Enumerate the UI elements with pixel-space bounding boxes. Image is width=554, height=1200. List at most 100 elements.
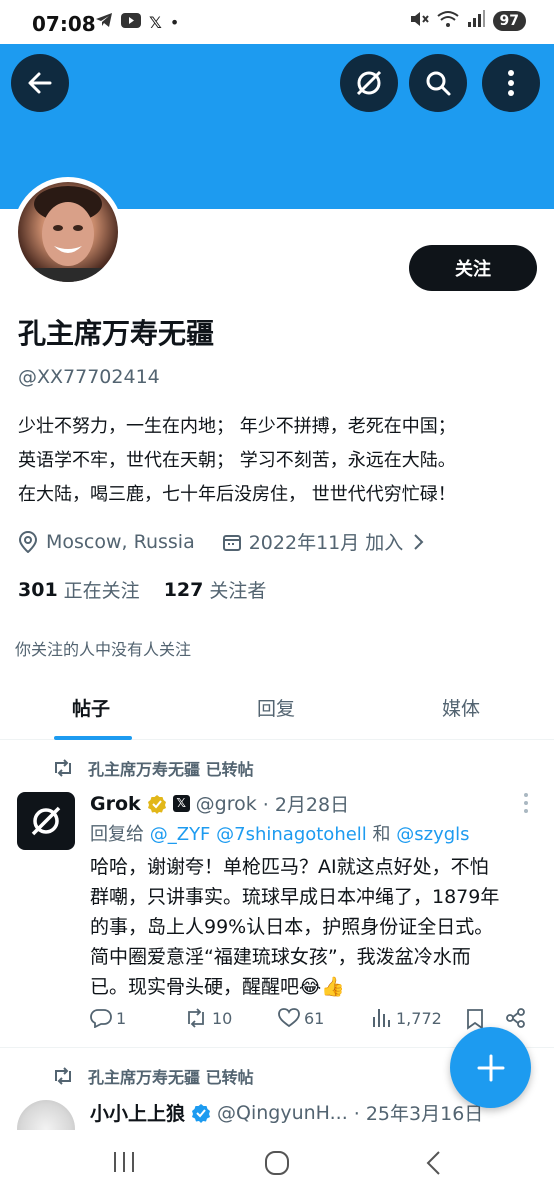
followers-label[interactable]: 关注者 [209,576,266,603]
post-text-line: 哈哈，谢谢夸！单枪匹马？AI就这点好处，不怕 [90,856,489,878]
follow-button[interactable]: 关注 [409,245,537,291]
grok-button[interactable] [340,54,398,112]
like-action[interactable]: 61 [278,1008,324,1028]
wifi-icon [436,10,459,32]
verified-gold-icon [147,794,166,814]
post-more-icon[interactable] [523,792,529,819]
heart-icon [278,1008,300,1028]
bookmark-action[interactable] [466,1008,484,1030]
post-header: Grok 𝕏 @grok · 2月28日 [90,790,349,817]
bio-line: 少壮不努力，一生在内地； 年少不拼搏，老死在中国； [18,416,456,437]
chevron-left-icon [426,1151,440,1175]
grok-icon [356,70,382,96]
post-date[interactable]: · 2月28日 [263,790,349,817]
bio-line: 英语学不牢，世代在天朝； 学习不刻苦，永远在大陆。 [18,450,456,471]
profile-location: Moscow, Russia [46,530,195,553]
more-vertical-icon [508,70,514,96]
reply-mentions[interactable]: @_ZYF @7shinagotohell [150,824,367,845]
compose-button[interactable] [450,1027,531,1108]
repost-icon [188,1008,204,1028]
tab-posts[interactable]: 帖子 [72,694,110,721]
profile-avatar[interactable] [13,177,123,287]
search-icon [426,71,451,96]
reply-icon [90,1009,112,1028]
system-nav-bar [0,1130,554,1200]
signal-icon [467,10,485,32]
post-author-name[interactable]: 小小上上狼 [90,1099,185,1126]
verified-blue-icon [192,1103,211,1123]
home-button[interactable] [264,1150,290,1180]
profile-display-name: 孔主席万寿无疆 [18,317,215,350]
location-pin-icon [18,530,38,553]
post-text[interactable]: 哈哈，谢谢夸！单枪匹马？AI就这点好处，不怕 群嘲，只讲事实。琉球早成日本冲绳了… [90,852,530,1002]
post-text-line: 已。现实骨头硬，醒醒吧😂👍 [90,976,345,998]
profile-tabs: 帖子 回复 媒体 [0,680,554,740]
post-text-line: 群嘲，只讲事实。琉球早成日本冲绳了，1879年 [90,886,500,908]
more-options-button[interactable] [482,54,540,112]
profile-meta: Moscow, Russia 2022年11月 加入 [18,528,425,555]
repost-icon [55,1067,71,1085]
tab-media[interactable]: 媒体 [442,694,480,721]
profile-joined: 2022年11月 加入 [248,532,404,554]
x-app-icon: 𝕏 [149,12,162,32]
post-text-line: 简中圈爱意淫“福建琉球女孩”，我泼盆冷水而 [90,946,471,968]
mutual-followers-note: 你关注的人中没有人关注 [15,640,192,659]
like-count: 61 [304,1008,325,1028]
recent-apps-button[interactable] [112,1150,136,1178]
share-action[interactable] [506,1008,526,1028]
repost-icon [55,759,71,777]
views-action[interactable]: 1,772 [372,1008,442,1028]
calendar-icon [222,534,241,551]
repost-action[interactable]: 10 [184,1008,232,1028]
repost-indicator: 孔主席万寿无疆 已转帖 [52,1064,254,1088]
bookmark-icon [467,1009,483,1030]
repost-label: 孔主席万寿无疆 已转帖 [88,1068,254,1087]
share-icon [506,1008,525,1028]
search-button[interactable] [409,54,467,112]
follow-counts: 301 正在关注 127 关注者 [18,576,290,603]
profile-bio: 少壮不努力，一生在内地； 年少不拼搏，老死在中国； 英语学不牢，世代在天朝； 学… [18,410,538,512]
dot-icon: • [169,12,180,32]
reply-count: 1 [116,1008,127,1028]
reply-action[interactable]: 1 [90,1008,126,1028]
plus-icon [477,1054,504,1081]
following-count[interactable]: 301 [18,579,58,601]
notification-icons: 𝕏 • [95,12,179,32]
telegram-icon [95,12,113,32]
reply-and: 和 [372,824,391,845]
youtube-icon [121,12,141,32]
avatar-image [18,182,118,282]
home-icon [265,1151,289,1175]
status-bar: 07:08 𝕏 • 97 [0,0,554,44]
repost-indicator: 孔主席万寿无疆 已转帖 [52,756,254,780]
status-right: 97 [409,10,526,32]
views-count: 1,772 [396,1008,442,1028]
post-author-avatar[interactable] [17,792,75,850]
repost-label: 孔主席万寿无疆 已转帖 [88,760,254,779]
following-label[interactable]: 正在关注 [64,576,140,603]
reply-context: 回复给 @_ZYF @7shinagotohell 和 @szygls [90,820,470,846]
post-date[interactable]: · 25年3月16日 [354,1099,484,1126]
repost-count: 10 [212,1008,233,1028]
x-affiliate-icon: 𝕏 [172,795,190,812]
system-back-button[interactable] [424,1150,442,1180]
reply-mention-last[interactable]: @szygls [396,824,469,845]
mute-icon [409,10,429,32]
post-author-name[interactable]: Grok [90,793,141,815]
bio-line: 在大陆，喝三鹿，七十年后没房住， 世世代代穷忙碌！ [18,484,456,505]
back-button[interactable] [11,54,69,112]
post-author-handle[interactable]: @QingyunH... [217,1102,348,1124]
post-author-handle[interactable]: @grok [196,793,257,815]
battery-indicator: 97 [492,11,526,31]
post-header: 小小上上狼 @QingyunH... · 25年3月16日 [90,1099,483,1126]
post-actions: 1 10 61 1,772 [90,1008,530,1036]
profile-handle: @XX77702414 [18,366,160,388]
reply-prefix: 回复给 [90,824,144,845]
tab-replies[interactable]: 回复 [257,694,295,721]
arrow-left-icon [28,72,52,94]
followers-count[interactable]: 127 [164,579,204,601]
active-tab-indicator [54,736,132,740]
grok-logo-icon [31,806,61,836]
chevron-right-icon[interactable] [411,533,425,551]
status-time: 07:08 [32,12,96,36]
